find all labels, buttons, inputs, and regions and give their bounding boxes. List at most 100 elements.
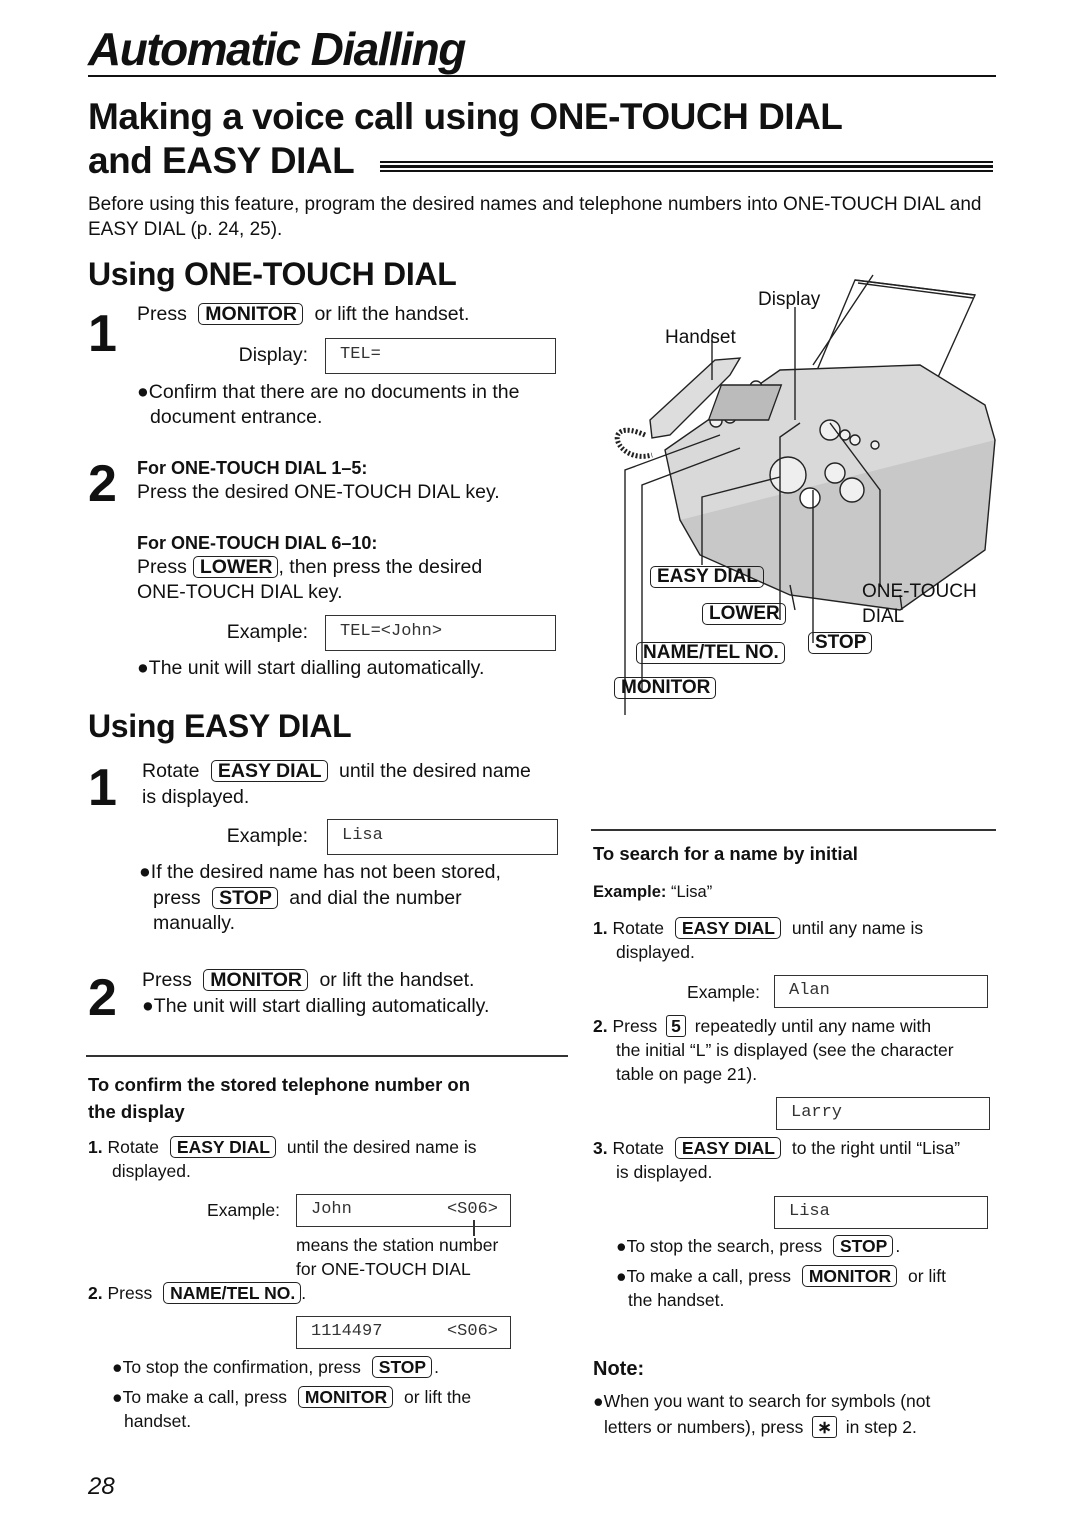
step-text: or lift the handset. xyxy=(314,303,470,325)
lcd-display: Lisa xyxy=(327,819,558,855)
step-text: ●To make a call, press xyxy=(112,1387,287,1407)
step-text: Rotate xyxy=(612,918,665,938)
easy-dial-key: EASY DIAL xyxy=(674,917,781,939)
bullet-text: ●To make a call, press MONITOR or lift t… xyxy=(112,1385,471,1409)
label-one-touch-1: ONE-TOUCH xyxy=(862,581,977,602)
title-rule xyxy=(88,75,996,77)
step-number: 2 xyxy=(88,455,117,513)
note-heading: Note: xyxy=(593,1358,645,1380)
step-text: Press xyxy=(137,303,187,325)
step-text: displayed. xyxy=(616,942,695,962)
step-number: 3. xyxy=(593,1138,608,1158)
bullet-text: ●If the desired name has not been stored… xyxy=(139,861,501,883)
callout-lower-key: LOWER xyxy=(702,603,786,625)
lcd-name: John xyxy=(311,1200,352,1219)
monitor-key: MONITOR xyxy=(801,1265,898,1287)
step-text: Press xyxy=(137,556,187,578)
lcd-display: Larry xyxy=(776,1097,990,1130)
easy-dial-key: EASY DIAL xyxy=(674,1137,781,1159)
name-tel-no-key: NAME/TEL NO. xyxy=(163,1282,302,1304)
step-text: Rotate xyxy=(612,1138,665,1158)
step-text: letters or numbers), press xyxy=(604,1417,804,1437)
step-text: Rotate xyxy=(107,1137,160,1157)
example-label: Example: xyxy=(687,982,760,1002)
bullet-text-cont: manually. xyxy=(153,912,236,934)
step-text: the initial “L” is displayed (see the ch… xyxy=(616,1040,954,1060)
step-number: 1 xyxy=(88,759,117,817)
step-text: Press xyxy=(107,1283,153,1303)
callout-name-tel-key: NAME/TEL NO. xyxy=(636,642,785,664)
step-text: Press MONITOR or lift the handset. xyxy=(142,968,474,993)
monitor-key: MONITOR xyxy=(203,969,309,991)
one-touch-heading: Using ONE-TOUCH DIAL xyxy=(88,256,457,292)
display-label: Display: xyxy=(238,344,308,366)
lcd-display: John <S06> xyxy=(296,1194,511,1227)
search-step2: 2. Press 5 repeatedly until any name wit… xyxy=(593,1014,931,1038)
example-label: Example: xyxy=(226,621,308,643)
label-handset: Handset xyxy=(665,327,736,348)
subheading: For ONE-TOUCH DIAL 1–5: xyxy=(137,458,368,478)
bullet-text-cont: handset. xyxy=(124,1411,192,1431)
confirm-heading: To confirm the stored telephone number o… xyxy=(88,1071,470,1125)
callout-stop-key: STOP xyxy=(808,632,873,654)
step-text: is displayed. xyxy=(616,1162,713,1182)
label-one-touch-2: DIAL xyxy=(862,606,904,627)
step-text: press xyxy=(153,887,201,909)
search-step3: 3. Rotate EASY DIAL to the right until “… xyxy=(593,1136,960,1160)
bullet-text: ●To stop the confirmation, press STOP. xyxy=(112,1355,439,1379)
step-text: ●To make a call, press xyxy=(616,1266,791,1286)
search-example: Example: “Lisa” xyxy=(593,880,712,904)
star-key: ∗ xyxy=(812,1416,837,1438)
monitor-key: MONITOR xyxy=(198,303,304,325)
confirm-step2: 2. Press NAME/TEL NO.. xyxy=(88,1281,306,1305)
callout-monitor-key: MONITOR xyxy=(614,677,717,699)
easy-dial-key: EASY DIAL xyxy=(210,760,328,782)
bullet-text: press STOP and dial the number xyxy=(153,886,462,911)
step-text: and dial the number xyxy=(289,887,462,909)
step-text: until any name is xyxy=(791,918,924,938)
lcd-display: TEL= xyxy=(325,338,556,374)
subheading: For ONE-TOUCH DIAL 6–10: xyxy=(137,533,378,553)
step-number: 2 xyxy=(88,969,117,1027)
step-text: ●To stop the confirmation, press xyxy=(112,1357,361,1377)
callout-easy-dial-key: EASY DIAL xyxy=(650,566,765,588)
bullet-text: ●The unit will start dialling automatica… xyxy=(142,995,490,1017)
search-heading: To search for a name by initial xyxy=(593,843,858,864)
step-text: or lift the xyxy=(404,1387,472,1407)
lcd-display: Alan xyxy=(774,975,988,1008)
example-value: “Lisa” xyxy=(670,883,713,901)
bullet-text: ●To stop the search, press STOP. xyxy=(616,1234,900,1258)
stop-key: STOP xyxy=(371,1356,433,1378)
stop-key: STOP xyxy=(212,887,278,909)
step-text: ONE-TOUCH DIAL key. xyxy=(137,581,343,603)
step-text: until the desired name xyxy=(338,760,531,782)
lower-key: LOWER xyxy=(192,556,279,578)
confirm-heading-line2: the display xyxy=(88,1101,185,1122)
bullet-text-cont: document entrance. xyxy=(150,406,323,428)
step-text: repeatedly until any name with xyxy=(694,1016,932,1036)
one-touch-step1-text: Press MONITOR or lift the handset. xyxy=(137,302,469,327)
station-note-line2: for ONE-TOUCH DIAL xyxy=(296,1259,471,1279)
station-note: means the station number for ONE-TOUCH D… xyxy=(296,1233,498,1281)
stop-key: STOP xyxy=(832,1235,894,1257)
monitor-key: MONITOR xyxy=(297,1386,394,1408)
step-text: . xyxy=(301,1283,307,1303)
example-label: Example: xyxy=(593,883,667,901)
page-title: Automatic Dialling xyxy=(88,23,466,75)
step-text: Press the desired ONE-TOUCH DIAL key. xyxy=(137,481,500,503)
lcd-station: <S06> xyxy=(446,1322,498,1341)
confirm-heading-line1: To confirm the stored telephone number o… xyxy=(88,1074,471,1095)
lcd-number: 1114497 xyxy=(311,1322,383,1341)
double-rule xyxy=(380,161,993,175)
search-step1: 1. Rotate EASY DIAL until any name is xyxy=(593,916,923,940)
bullet-text: ●Confirm that there are no documents in … xyxy=(137,381,520,403)
step-text: . xyxy=(895,1236,901,1256)
step-text: Press xyxy=(142,969,192,991)
step-number: 2. xyxy=(88,1283,103,1303)
step-text: Rotate EASY DIAL until the desired name xyxy=(142,759,531,784)
step-number: 1. xyxy=(593,918,608,938)
section-title-line1: Making a voice call using ONE-TOUCH DIAL xyxy=(88,96,843,137)
confirm-step1: 1. Rotate EASY DIAL until the desired na… xyxy=(88,1135,477,1159)
step-text: or lift xyxy=(908,1266,946,1286)
lcd-display: 1114497 <S06> xyxy=(296,1316,511,1349)
